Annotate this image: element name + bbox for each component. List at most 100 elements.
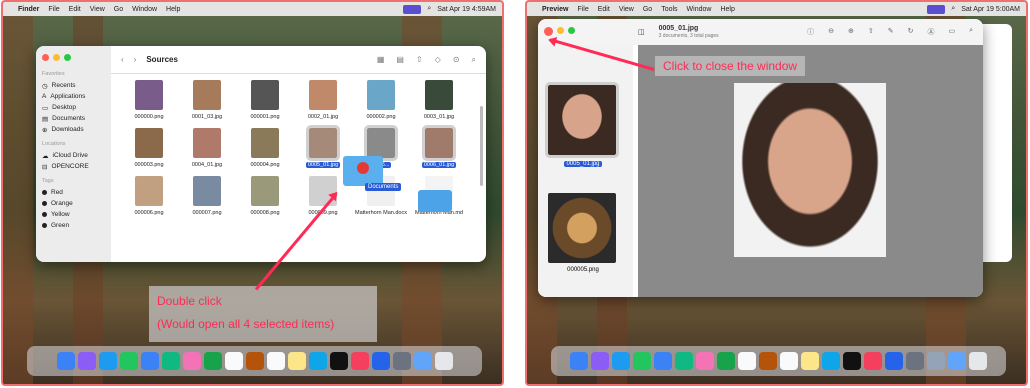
menu-view[interactable]: View (619, 6, 634, 13)
search-icon[interactable]: ⌕ (969, 27, 973, 37)
scrollbar[interactable] (480, 106, 483, 186)
search-icon[interactable]: ⌕ (472, 55, 476, 65)
file-item[interactable]: 0001_03.jpg (179, 80, 235, 120)
downloads-dock-icon[interactable] (948, 352, 966, 370)
rotate-icon[interactable]: ↻ (908, 27, 914, 37)
zoom-button[interactable] (568, 27, 575, 34)
appstore-dock-icon[interactable] (371, 352, 390, 370)
sidebar-item-recents[interactable]: ◷ Recents (42, 80, 105, 91)
file-item[interactable]: 0002_01.jpg (295, 80, 351, 120)
search-icon[interactable]: ⌕ (951, 5, 955, 13)
file-item[interactable]: 000002.png (353, 80, 409, 120)
music-dock-icon[interactable] (350, 352, 369, 370)
finder-dock-icon[interactable] (56, 352, 75, 370)
tv-dock-icon[interactable] (329, 352, 348, 370)
menu-window[interactable]: Window (132, 6, 157, 13)
file-item[interactable]: 000000.png (121, 80, 177, 120)
info-icon[interactable]: ⓘ (807, 27, 814, 37)
tv-dock-icon[interactable] (843, 352, 861, 370)
tag-icon[interactable]: ◇ (435, 55, 441, 65)
markup-icon[interactable]: ✎ (888, 27, 894, 37)
menubar-status-icon[interactable] (403, 4, 422, 14)
menu-app-name[interactable]: Finder (18, 6, 39, 13)
sidebar-item-applications[interactable]: A Applications (42, 91, 105, 102)
close-button[interactable] (42, 54, 49, 61)
sidebar-toggle-icon[interactable]: ◫ (638, 28, 645, 36)
sidebar-tag-orange[interactable]: Orange (42, 198, 105, 209)
appstore-dock-icon[interactable] (885, 352, 903, 370)
launchpad-dock-icon[interactable] (591, 352, 609, 370)
freeform-dock-icon[interactable] (822, 352, 840, 370)
calendar-dock-icon[interactable] (738, 352, 756, 370)
file-item[interactable]: 000007.png (179, 176, 235, 216)
file-item[interactable]: 000008.png (237, 176, 293, 216)
menu-clock[interactable]: Sat Apr 19 4:59AM (437, 6, 496, 13)
menu-go[interactable]: Go (114, 6, 123, 13)
view-mode-icon[interactable]: ▦ (377, 55, 385, 65)
menu-edit[interactable]: Edit (598, 6, 610, 13)
sidebar-tag-green[interactable]: Green (42, 220, 105, 231)
reminders-dock-icon[interactable] (780, 352, 798, 370)
downloads-dock-icon[interactable] (413, 352, 432, 370)
trash-dock-icon[interactable] (434, 352, 453, 370)
back-arrow-icon[interactable]: ‹ (121, 55, 124, 64)
file-item[interactable]: 000001.png (237, 80, 293, 120)
sidebar-item-opencore[interactable]: ⊟ OPENCORE (42, 161, 105, 172)
file-item[interactable]: 000003.png (121, 128, 177, 168)
mail-dock-icon[interactable] (140, 352, 159, 370)
sidebar-item-icloud[interactable]: ☁ iCloud Drive (42, 150, 105, 161)
menu-go[interactable]: Go (643, 6, 652, 13)
search-icon[interactable]: ⌕ (427, 5, 431, 13)
file-item[interactable]: 0003_01.jpg (411, 80, 467, 120)
file-item[interactable]: 0006_01.jpg (411, 125, 467, 168)
launchpad-dock-icon[interactable] (77, 352, 96, 370)
menu-file[interactable]: File (48, 6, 59, 13)
menu-app-name[interactable]: Preview (542, 6, 568, 13)
zoom-out-icon[interactable]: ⊖ (828, 27, 834, 37)
zoom-button[interactable] (64, 54, 71, 61)
facetime-dock-icon[interactable] (203, 352, 222, 370)
safari-dock-icon[interactable] (98, 352, 117, 370)
trash-dock-icon[interactable] (969, 352, 987, 370)
preview-dock-icon[interactable] (927, 352, 945, 370)
more-icon[interactable]: ⊙ (453, 55, 460, 65)
minimize-button[interactable] (53, 54, 60, 61)
menu-file[interactable]: File (577, 6, 588, 13)
sidebar-item-documents[interactable]: ▤ Documents (42, 113, 105, 124)
sidebar-tag-yellow[interactable]: Yellow (42, 209, 105, 220)
contacts-dock-icon[interactable] (759, 352, 777, 370)
menu-clock[interactable]: Sat Apr 19 5:00AM (961, 6, 1020, 13)
menu-edit[interactable]: Edit (69, 6, 81, 13)
file-item[interactable]: 000004.png (237, 128, 293, 168)
sidebar-item-desktop[interactable]: ▭ Desktop (42, 102, 105, 113)
music-dock-icon[interactable] (864, 352, 882, 370)
settings-dock-icon[interactable] (392, 352, 411, 370)
photos-dock-icon[interactable] (182, 352, 201, 370)
file-item[interactable]: 000006.png (121, 176, 177, 216)
menu-tools[interactable]: Tools (661, 6, 677, 13)
minimize-button[interactable] (557, 27, 564, 34)
messages-dock-icon[interactable] (633, 352, 651, 370)
annotate-icon[interactable]: Ⓐ (927, 27, 934, 37)
menu-help[interactable]: Help (166, 6, 180, 13)
notes-dock-icon[interactable] (287, 352, 306, 370)
thumbnail-0005_01[interactable] (545, 82, 619, 158)
maps-dock-icon[interactable] (675, 352, 693, 370)
forward-arrow-icon[interactable]: › (134, 55, 137, 64)
close-button[interactable] (544, 27, 553, 36)
folder-icon[interactable] (418, 190, 452, 212)
freeform-dock-icon[interactable] (308, 352, 327, 370)
group-icon[interactable]: ▤ (396, 55, 404, 65)
zoom-in-icon[interactable]: ⊕ (848, 27, 854, 37)
share-icon[interactable]: ⇧ (416, 55, 423, 65)
crop-icon[interactable]: ▭ (948, 27, 955, 37)
settings-dock-icon[interactable] (906, 352, 924, 370)
menubar-status-icon[interactable] (927, 4, 946, 14)
facetime-dock-icon[interactable] (717, 352, 735, 370)
menu-view[interactable]: View (90, 6, 105, 13)
safari-dock-icon[interactable] (612, 352, 630, 370)
calendar-dock-icon[interactable] (224, 352, 243, 370)
maps-dock-icon[interactable] (161, 352, 180, 370)
thumbnail-000005[interactable] (548, 193, 616, 263)
file-item[interactable]: 0004_01.jpg (179, 128, 235, 168)
